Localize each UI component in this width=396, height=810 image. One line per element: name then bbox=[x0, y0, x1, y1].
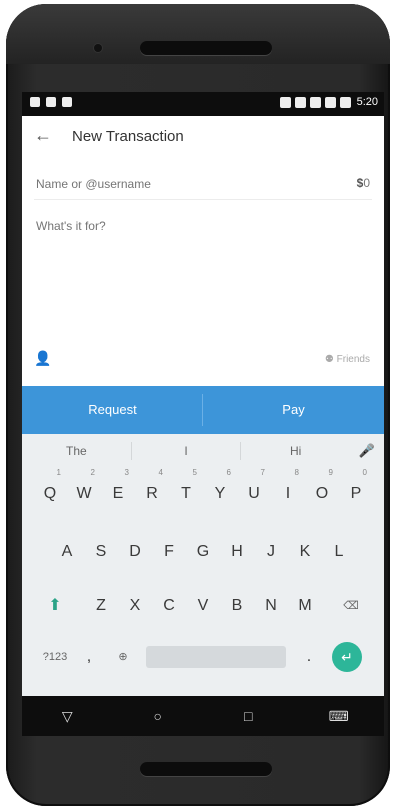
shift-key-icon[interactable]: ⬆ bbox=[40, 586, 70, 626]
message-icon bbox=[46, 97, 56, 107]
microphone-icon[interactable]: 🎤 bbox=[350, 443, 384, 459]
amount-value: 0 bbox=[363, 176, 370, 190]
key-z[interactable]: Z bbox=[86, 586, 116, 626]
friends-label: Friends bbox=[336, 354, 370, 365]
key-w[interactable]: 2W bbox=[69, 468, 99, 514]
name-input[interactable] bbox=[34, 172, 278, 196]
action-bar: Request Pay bbox=[22, 386, 384, 434]
friends-selector[interactable]: ⚉ Friends bbox=[325, 354, 370, 365]
notification-icons bbox=[30, 97, 72, 107]
pay-button[interactable]: Pay bbox=[203, 386, 384, 434]
key-h[interactable]: H bbox=[222, 532, 252, 572]
key-m[interactable]: M bbox=[290, 586, 320, 626]
privacy-icon[interactable]: 👤 bbox=[34, 350, 51, 367]
key-u[interactable]: 7U bbox=[239, 468, 269, 514]
key-o[interactable]: 9O bbox=[307, 468, 337, 514]
key-r[interactable]: 4R bbox=[137, 468, 167, 514]
alarm-icon bbox=[294, 96, 306, 108]
amount-field[interactable]: $0 bbox=[357, 176, 370, 190]
spacebar[interactable] bbox=[146, 646, 286, 668]
arrow-left-icon[interactable]: ← bbox=[34, 125, 52, 146]
signal-icon bbox=[324, 96, 336, 108]
keyboard-switch-icon[interactable]: ⌨ bbox=[319, 708, 359, 725]
friends-icon: ⚉ bbox=[324, 354, 337, 365]
key-period[interactable]: . bbox=[294, 637, 324, 677]
backspace-key-icon[interactable]: ⌫ bbox=[336, 586, 366, 626]
key-y[interactable]: 6Y bbox=[205, 468, 235, 514]
globe-icon[interactable]: ⊕ bbox=[108, 637, 138, 677]
key-e[interactable]: 3E bbox=[103, 468, 133, 514]
nav-bar: ▽ ○ □ ⌨ bbox=[22, 696, 384, 736]
key-row-3: ⬆ Z X C V B N M ⌫ bbox=[22, 586, 384, 626]
enter-key-icon[interactable]: ↵ bbox=[332, 642, 362, 672]
top-speaker bbox=[140, 41, 272, 55]
key-t[interactable]: 5T bbox=[171, 468, 201, 514]
app-bar: ← New Transaction bbox=[22, 116, 384, 156]
back-nav-icon[interactable]: ▽ bbox=[47, 708, 87, 725]
key-c[interactable]: C bbox=[154, 586, 184, 626]
key-d[interactable]: D bbox=[120, 532, 150, 572]
key-l[interactable]: L bbox=[324, 532, 354, 572]
front-camera bbox=[94, 44, 102, 52]
app-icon bbox=[62, 97, 72, 107]
page-title: New Transaction bbox=[72, 128, 184, 145]
divider bbox=[34, 199, 372, 200]
key-i[interactable]: 8I bbox=[273, 468, 303, 514]
battery-icon bbox=[339, 96, 351, 108]
key-q[interactable]: 1Q bbox=[35, 468, 65, 514]
key-p[interactable]: 0P bbox=[341, 468, 371, 514]
key-v[interactable]: V bbox=[188, 586, 218, 626]
suggestion-2[interactable]: I bbox=[132, 444, 241, 458]
action-separator bbox=[202, 394, 203, 426]
suggestion-strip: The I Hi 🎤 bbox=[22, 434, 384, 468]
key-comma[interactable]: , bbox=[74, 637, 104, 677]
system-icons: 5:20 bbox=[279, 96, 378, 108]
notification-icon bbox=[30, 97, 40, 107]
key-b[interactable]: B bbox=[222, 586, 252, 626]
key-row-4: ?123 , ⊕ . ↵ bbox=[22, 637, 384, 677]
status-time: 5:20 bbox=[356, 96, 378, 108]
key-f[interactable]: F bbox=[154, 532, 184, 572]
home-nav-icon[interactable]: ○ bbox=[138, 708, 178, 724]
key-spacer bbox=[74, 586, 82, 626]
symbols-key[interactable]: ?123 bbox=[40, 637, 70, 677]
request-button[interactable]: Request bbox=[22, 386, 203, 434]
key-k[interactable]: K bbox=[290, 532, 320, 572]
wifi-icon bbox=[309, 96, 321, 108]
suggestion-1[interactable]: The bbox=[22, 444, 131, 458]
recents-nav-icon[interactable]: □ bbox=[228, 708, 268, 724]
key-row-1: 1Q 2W 3E 4R 5T 6Y 7U 8I 9O 0P bbox=[22, 468, 384, 514]
screen: 5:20 ← New Transaction $0 👤 ⚉ Friends Re… bbox=[22, 92, 384, 736]
key-s[interactable]: S bbox=[86, 532, 116, 572]
suggestion-3[interactable]: Hi bbox=[241, 444, 350, 458]
key-x[interactable]: X bbox=[120, 586, 150, 626]
status-bar: 5:20 bbox=[22, 92, 384, 116]
key-spacer bbox=[324, 586, 332, 626]
key-a[interactable]: A bbox=[52, 532, 82, 572]
key-g[interactable]: G bbox=[188, 532, 218, 572]
key-row-2: A S D F G H J K L bbox=[22, 532, 384, 572]
note-input[interactable] bbox=[34, 214, 368, 238]
keyboard: The I Hi 🎤 1Q 2W 3E 4R 5T 6Y 7U 8I 9O 0P… bbox=[22, 434, 384, 696]
bottom-speaker bbox=[140, 762, 272, 776]
sync-icon bbox=[279, 96, 291, 108]
key-j[interactable]: J bbox=[256, 532, 286, 572]
key-n[interactable]: N bbox=[256, 586, 286, 626]
